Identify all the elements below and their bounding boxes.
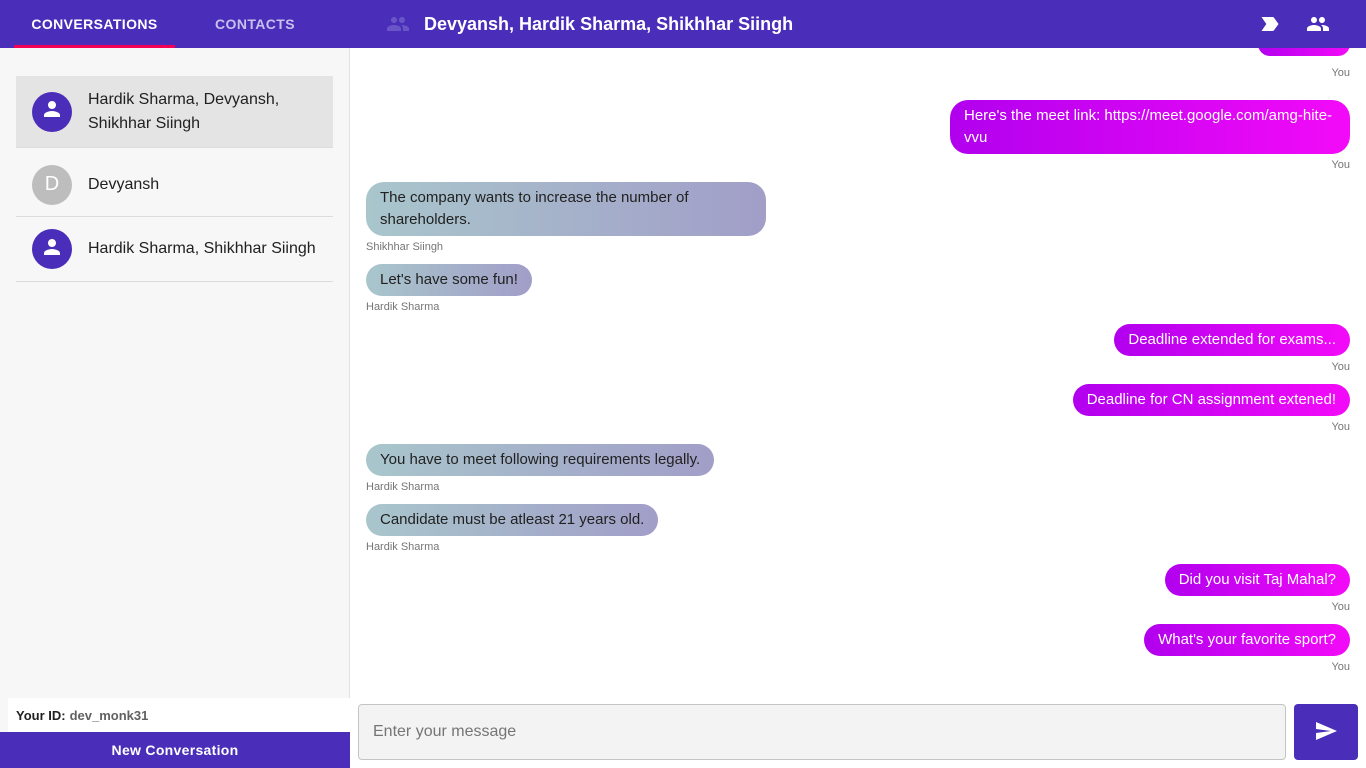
conversation-item[interactable]: D Devyansh bbox=[16, 153, 333, 217]
conversation-title: Devyansh, Hardik Sharma, Shikhhar Siingh bbox=[424, 13, 794, 34]
message-bubble: You have to meet following requirements … bbox=[366, 444, 715, 476]
message: You have to meet following requirements … bbox=[366, 444, 715, 494]
message: The company wants to increase the number… bbox=[366, 182, 766, 254]
person-icon bbox=[40, 97, 64, 126]
tab-contacts[interactable]: CONTACTS bbox=[175, 0, 335, 48]
sidebar: Hardik Sharma, Devyansh, Shikhhar Siingh… bbox=[0, 48, 350, 768]
message-area: You Here's the meet link: https://meet.g… bbox=[350, 48, 1366, 698]
message-bubble: Let's have some fun! bbox=[366, 264, 532, 296]
message: Deadline extended for exams... You bbox=[1114, 324, 1350, 374]
tab-bar: CONVERSATIONS CONTACTS bbox=[0, 0, 350, 48]
message: Let's have some fun! Hardik Sharma bbox=[366, 264, 532, 314]
message: Here's the meet link: https://meet.googl… bbox=[950, 100, 1350, 172]
avatar: D bbox=[32, 164, 72, 205]
message-sender: You bbox=[1331, 361, 1350, 373]
conversation-name: Hardik Sharma, Shikhhar Siingh bbox=[88, 240, 316, 257]
message-input[interactable] bbox=[358, 704, 1286, 760]
conversation-list: Hardik Sharma, Devyansh, Shikhhar Siingh… bbox=[16, 76, 333, 282]
message-bubble bbox=[1258, 48, 1350, 56]
people-icon bbox=[1306, 12, 1330, 36]
message: You bbox=[1258, 48, 1350, 80]
message-sender: Hardik Sharma bbox=[366, 541, 440, 553]
message: Did you visit Taj Mahal? You bbox=[1164, 564, 1350, 614]
send-icon bbox=[1314, 719, 1338, 746]
user-id-label: Your ID: bbox=[16, 707, 66, 723]
send-button[interactable] bbox=[1294, 704, 1358, 760]
message-sender: Shikhhar Siingh bbox=[366, 241, 444, 253]
user-id-value: dev_monk31 bbox=[69, 707, 149, 723]
message: Candidate must be atleast 21 years old. … bbox=[366, 504, 659, 554]
message-bubble: The company wants to increase the number… bbox=[366, 182, 766, 236]
app-header: CONVERSATIONS CONTACTS Devyansh, Hardik … bbox=[0, 0, 1366, 48]
label-icon bbox=[1258, 12, 1282, 36]
conversation-item[interactable]: Hardik Sharma, Shikhhar Siingh bbox=[16, 217, 333, 282]
person-icon bbox=[40, 235, 64, 264]
participants-button[interactable] bbox=[1306, 12, 1330, 36]
message: Deadline for CN assignment extened! You bbox=[1072, 384, 1350, 434]
message-bubble: Deadline extended for exams... bbox=[1114, 324, 1350, 356]
message-bubble: Candidate must be atleast 21 years old. bbox=[366, 504, 659, 536]
conversation-name: Devyansh bbox=[88, 175, 160, 193]
message-sender: Hardik Sharma bbox=[366, 301, 440, 313]
message-sender: You bbox=[1331, 159, 1350, 171]
message-bubble: Did you visit Taj Mahal? bbox=[1164, 564, 1350, 596]
message-bubble: Deadline for CN assignment extened! bbox=[1072, 384, 1350, 416]
message-sender: Hardik Sharma bbox=[366, 481, 440, 493]
message-sender: You bbox=[1331, 601, 1350, 613]
message-sender: You bbox=[1331, 661, 1350, 673]
tab-conversations[interactable]: CONVERSATIONS bbox=[0, 0, 175, 48]
tab-conversations-label: CONVERSATIONS bbox=[31, 16, 158, 32]
message-bubble: What's your favorite sport? bbox=[1144, 624, 1350, 656]
avatar-letter: D bbox=[44, 173, 60, 195]
user-id: Your ID: dev_monk31 bbox=[8, 698, 350, 732]
conversation-header: Devyansh, Hardik Sharma, Shikhhar Siingh bbox=[386, 0, 793, 48]
group-icon bbox=[386, 12, 410, 36]
message-sender: You bbox=[1331, 421, 1350, 433]
message-sender: You bbox=[1331, 67, 1350, 79]
message-bubble: Here's the meet link: https://meet.googl… bbox=[950, 100, 1350, 154]
conversation-name: Hardik Sharma, Devyansh, Shikhhar Siingh bbox=[88, 90, 280, 132]
avatar bbox=[32, 91, 72, 132]
tab-contacts-label: CONTACTS bbox=[215, 16, 295, 32]
new-conversation-button[interactable]: New Conversation bbox=[0, 732, 350, 768]
label-button[interactable] bbox=[1258, 12, 1282, 36]
message: What's your favorite sport? You bbox=[1144, 624, 1350, 674]
avatar bbox=[32, 229, 72, 269]
conversation-item[interactable]: Hardik Sharma, Devyansh, Shikhhar Siingh bbox=[16, 76, 333, 148]
